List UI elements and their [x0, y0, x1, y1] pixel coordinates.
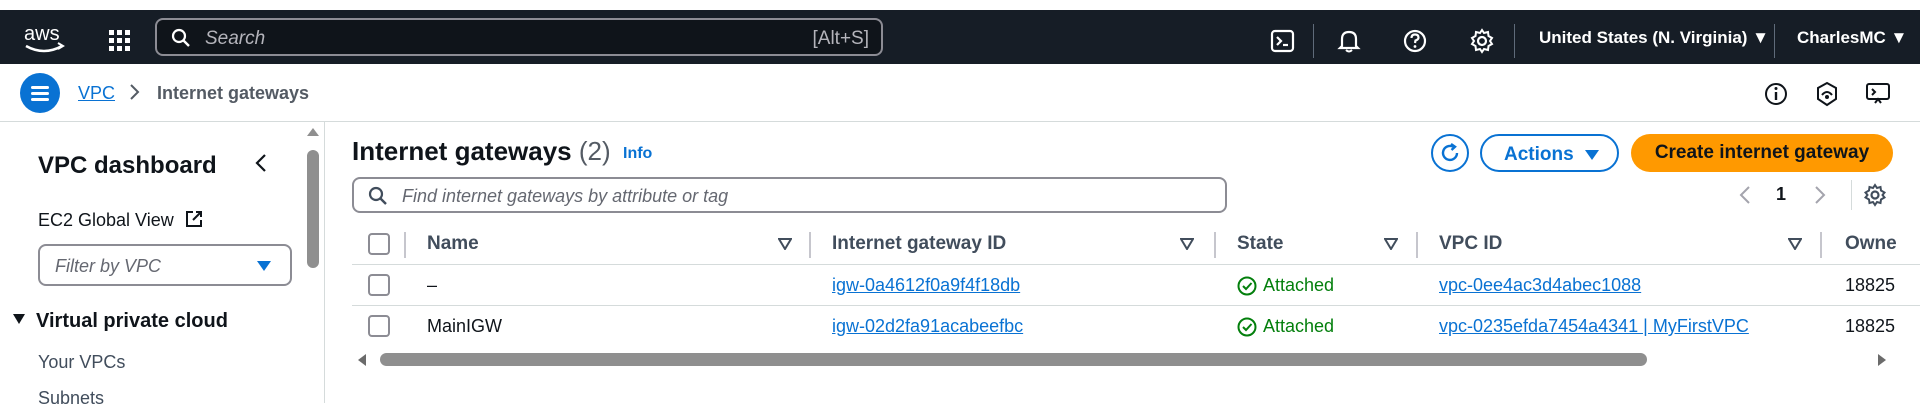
cell-state: Attached	[1263, 275, 1335, 295]
sort-icon[interactable]	[1788, 238, 1802, 250]
chevron-right-icon	[130, 84, 140, 100]
bell-icon[interactable]	[1334, 26, 1364, 56]
column-header-owner[interactable]: Owne	[1845, 224, 1897, 264]
cell-igw-id[interactable]: igw-0a4612f0a9f4f18db	[832, 275, 1020, 296]
search-icon	[171, 28, 190, 47]
search-icon	[368, 186, 387, 205]
check-circle-icon	[1237, 317, 1257, 337]
account-menu[interactable]: CharlesMC ▼	[1797, 28, 1907, 48]
refresh-button[interactable]	[1431, 134, 1469, 172]
scroll-right-arrow[interactable]	[1878, 354, 1886, 366]
column-divider	[809, 232, 811, 258]
cell-name: MainIGW	[427, 316, 503, 336]
sidebar-scrollbar[interactable]	[305, 122, 321, 403]
create-internet-gateway-button[interactable]: Create internet gateway	[1631, 134, 1893, 172]
actions-button[interactable]: Actions	[1480, 134, 1619, 172]
top-navigation: aws Search [Alt+S] United States (N. Vir…	[0, 0, 1920, 64]
global-search-input[interactable]: Search [Alt+S]	[155, 18, 883, 56]
column-divider	[1214, 232, 1216, 258]
nav-divider	[1774, 24, 1775, 58]
refresh-icon	[1441, 143, 1459, 162]
help-icon[interactable]	[1400, 26, 1430, 56]
feedback-icon[interactable]	[1864, 80, 1892, 108]
vpc-filter-placeholder: Filter by VPC	[55, 256, 162, 276]
search-shortcut: [Alt+S]	[812, 28, 870, 49]
nav-divider	[1313, 24, 1314, 58]
apps-grid-icon[interactable]	[105, 26, 135, 56]
logo-text: aws	[24, 23, 60, 45]
header-divider	[352, 264, 1920, 265]
page-title-text: Internet gateways	[352, 136, 572, 166]
column-divider	[404, 232, 406, 258]
caret-down-icon	[13, 314, 25, 324]
search-placeholder: Search	[205, 28, 266, 49]
page-number[interactable]: 1	[1776, 184, 1786, 205]
column-divider	[1820, 232, 1822, 258]
sort-icon[interactable]	[1180, 238, 1194, 250]
table-filter-placeholder: Find internet gateways by attribute or t…	[402, 186, 729, 206]
internet-gateways-table: Name Internet gateway ID State VPC ID Ow…	[352, 224, 1920, 345]
sidebar-section-vpc[interactable]: Virtual private cloud	[12, 310, 228, 333]
page-title: Internet gateways (2)	[352, 136, 611, 167]
caret-down-icon	[1585, 150, 1599, 160]
check-circle-icon	[1237, 276, 1257, 296]
sidebar-item-ec2-global-view[interactable]: EC2 Global View	[38, 210, 174, 231]
menu-icon[interactable]	[20, 73, 60, 113]
gear-icon[interactable]	[1862, 182, 1888, 208]
sidebar-section-label: Virtual private cloud	[36, 310, 228, 332]
table-horizontal-scrollbar[interactable]	[352, 349, 1892, 371]
aws-logo[interactable]: aws	[22, 22, 70, 56]
column-header-name[interactable]: Name	[427, 224, 479, 264]
select-all-checkbox[interactable]	[368, 233, 390, 255]
chevron-left-icon[interactable]	[250, 152, 272, 174]
column-header-igw-id[interactable]: Internet gateway ID	[832, 224, 1006, 264]
gear-icon[interactable]	[1467, 26, 1497, 56]
row-checkbox[interactable]	[368, 315, 390, 337]
vpc-filter-select[interactable]: Filter by VPC	[38, 244, 292, 286]
column-header-state[interactable]: State	[1237, 224, 1283, 264]
info-icon[interactable]	[1762, 80, 1790, 108]
scroll-thumb[interactable]	[380, 353, 1647, 366]
sort-icon[interactable]	[1384, 238, 1398, 250]
cell-vpc-id[interactable]: vpc-0ee4ac3d4abec1088	[1439, 275, 1641, 296]
breadcrumb-current: Internet gateways	[157, 83, 310, 103]
pager-divider	[1851, 180, 1852, 210]
cloudshell-icon[interactable]	[1268, 26, 1298, 56]
row-divider	[352, 305, 1920, 306]
external-link-icon	[186, 211, 202, 227]
sidebar-item-your-vpcs[interactable]: Your VPCs	[38, 352, 125, 373]
cell-owner: 18825	[1845, 316, 1896, 336]
column-divider	[1416, 232, 1418, 258]
item-count: (2)	[578, 136, 611, 166]
nav-divider	[1514, 24, 1515, 58]
sort-icon[interactable]	[778, 238, 792, 250]
breadcrumb-bar: VPC Internet gateways	[0, 64, 1920, 122]
cell-igw-id[interactable]: igw-02d2fa91acabeefbc	[832, 316, 1023, 337]
cell-name: –	[427, 275, 438, 295]
cell-state: Attached	[1263, 316, 1335, 336]
cell-owner: 18825	[1845, 275, 1896, 295]
table-filter-input[interactable]: Find internet gateways by attribute or t…	[352, 177, 1227, 213]
caret-down-icon	[257, 261, 271, 271]
sidebar-title[interactable]: VPC dashboard	[38, 152, 217, 180]
row-checkbox[interactable]	[368, 274, 390, 296]
chevron-right-icon[interactable]	[1812, 184, 1828, 206]
region-selector[interactable]: United States (N. Virginia) ▼	[1539, 28, 1769, 48]
column-header-vpc-id[interactable]: VPC ID	[1439, 224, 1502, 264]
breadcrumb-vpc[interactable]: VPC	[78, 83, 115, 104]
actions-button-label: Actions	[1504, 144, 1574, 165]
chevron-left-icon[interactable]	[1737, 184, 1753, 206]
scroll-left-arrow[interactable]	[358, 354, 366, 366]
info-link[interactable]: Info	[623, 145, 652, 163]
sidebar-item-subnets[interactable]: Subnets	[38, 388, 104, 409]
cell-vpc-id[interactable]: vpc-0235efda7454a4341 | MyFirstVPC	[1439, 316, 1749, 337]
notifications-icon[interactable]	[1813, 80, 1841, 108]
side-navigation: VPC dashboard EC2 Global View Filter by …	[0, 122, 325, 408]
